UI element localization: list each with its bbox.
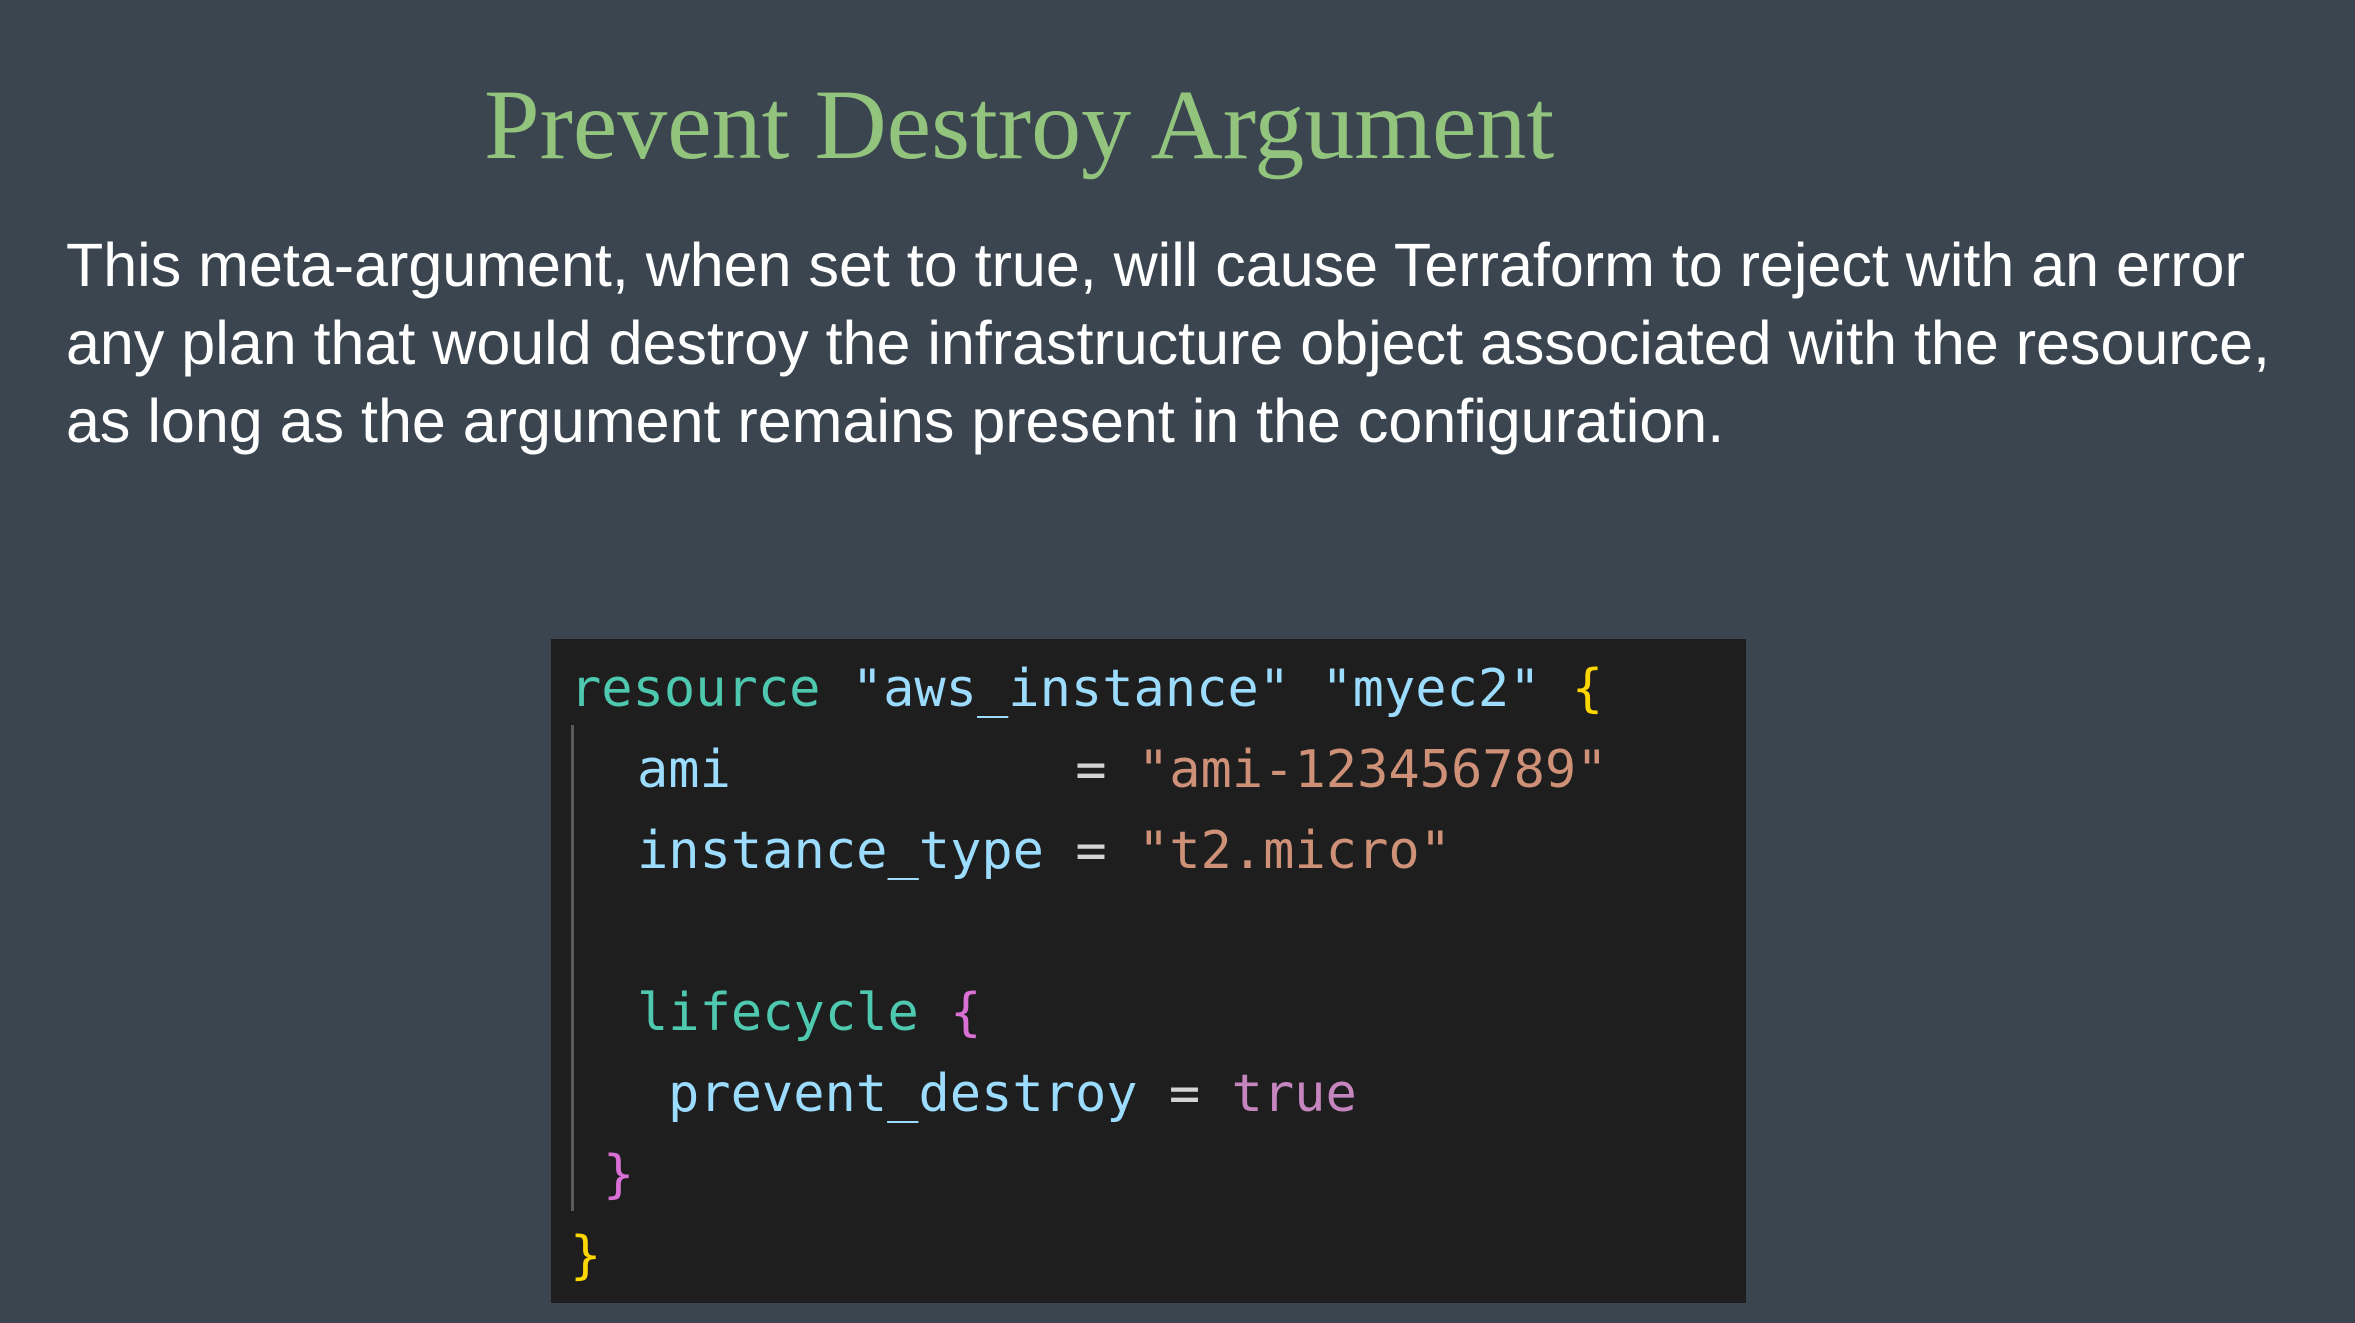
- lifecycle-keyword: lifecycle: [637, 983, 919, 1043]
- code-line-resource: resource "aws_instance" "myec2" {: [570, 649, 1603, 730]
- instance-type-equals: =: [1075, 821, 1107, 881]
- code-line-prevent-destroy: prevent_destroy = true: [668, 1054, 1357, 1135]
- code-line-close-outer: }: [570, 1216, 601, 1297]
- ami-value: "ami-123456789": [1137, 740, 1608, 800]
- resource-keyword: resource: [570, 659, 821, 719]
- instance-type-key: instance_type: [637, 821, 1044, 881]
- prevent-destroy-value: true: [1231, 1064, 1357, 1124]
- resource-name-string: "myec2": [1321, 659, 1541, 719]
- code-line-ami: ami = "ami-123456789": [637, 730, 1608, 811]
- ami-equals: =: [1075, 740, 1107, 800]
- resource-type-string: "aws_instance": [851, 659, 1291, 719]
- slide-body-text: This meta-argument, when set to true, wi…: [66, 231, 2270, 455]
- code-snippet: resource "aws_instance" "myec2" { ami = …: [551, 639, 1746, 1303]
- ami-key: ami: [637, 740, 731, 800]
- close-brace-outer: }: [570, 1226, 602, 1286]
- slide: { "slide": { "title": "Prevent Destroy A…: [0, 0, 2355, 1323]
- code-line-lifecycle: lifecycle {: [637, 973, 981, 1054]
- slide-title: Prevent Destroy Argument: [484, 69, 1555, 180]
- indent-guide: [571, 725, 574, 1211]
- prevent-destroy-key: prevent_destroy: [668, 1064, 1138, 1124]
- code-line-close-inner: }: [603, 1135, 634, 1216]
- instance-type-value: "t2.micro": [1137, 821, 1452, 881]
- prevent-destroy-equals: =: [1168, 1064, 1201, 1124]
- open-brace-outer: {: [1571, 659, 1604, 719]
- close-brace-inner: }: [603, 1145, 635, 1205]
- open-brace-inner: {: [950, 983, 982, 1043]
- code-line-instance-type: instance_type = "t2.micro": [637, 811, 1451, 892]
